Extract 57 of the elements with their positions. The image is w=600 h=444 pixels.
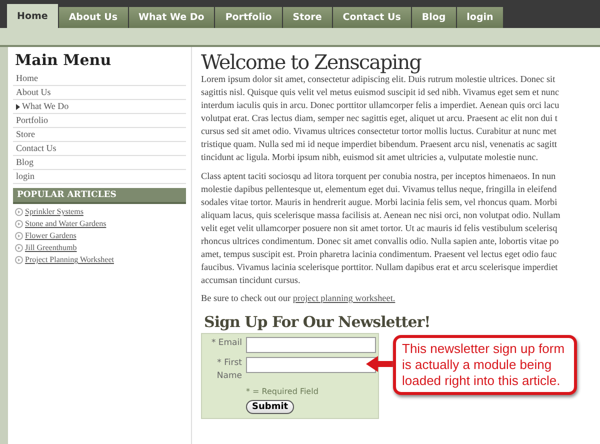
input-field[interactable] — [246, 337, 376, 353]
menu-item[interactable]: About Us — [13, 86, 186, 100]
paragraph-line: faucibus. Vivamus lacinia scelerisque porttitor. Nullam dapibus erat et arcu scelerisque imperdiet — [201, 261, 559, 274]
required-note: * = Required Field — [246, 387, 320, 396]
menu-item[interactable]: What We Do — [13, 100, 186, 114]
article-link[interactable]: Jill Greenthumb — [25, 243, 77, 252]
paragraph-line: accumsan tincidunt cursus. — [201, 274, 302, 287]
paragraph-line: amet, tempus suscipit est. Proin pharetra lacinia condimentum. Praesent vel lectus eget odio fauc — [201, 248, 558, 261]
paragraph-line: rhoncus ultrices condimentum. Donec sit amet convallis odio. Nulla sapien ante, lobortis vitae po — [201, 235, 560, 248]
menu-item[interactable]: Home — [13, 72, 186, 86]
paragraph-line: volutpat erat. Cras lectus diam, semper nec sagittis eget, aliquet ut arcu. Praesent ac elit non dui t — [201, 112, 558, 125]
paragraph-line: aliquam lacus, quis scelerisque massa facilisis at. Aenean nec nisi orci, non volutpat odio. Nullam — [201, 209, 562, 222]
paragraph-line: sodales vitae tortor. Mauris in hendrerit augue. Morbi lacinia felis sem, vel rhoncus quam. Morbi — [201, 196, 558, 209]
section-header: POPULAR ARTICLES — [13, 188, 186, 204]
paragraph-line: Class aptent taciti sociosqu ad litora torquent per conubia nostra, per inceptos himenaeos. In nun — [201, 170, 557, 183]
field-label: * First Name — [216, 357, 242, 383]
menu-item[interactable]: login — [13, 170, 186, 184]
nav-tab[interactable]: Contact Us — [332, 7, 411, 28]
article-link[interactable]: Flower Gardens — [25, 231, 76, 240]
callout-box: This newsletter sign up form is actually a module being loaded right into this article. — [393, 335, 577, 395]
nav-tab[interactable]: Blog — [412, 7, 456, 28]
article-title: Welcome to Zenscaping — [201, 51, 422, 73]
field-label: * Email — [210, 337, 242, 350]
nav-tab[interactable]: Home — [7, 4, 58, 28]
paragraph-line: sagittis nisl. Quisque quis velit vel metus euismod suscipit id sed nibh. Vivamus eget sem et nunc — [201, 86, 560, 99]
paragraph-line: tristique quam. Nulla sed mi id neque imperdiet bibendum. Praesent arcu nisl, venenatis ac sagitt — [201, 138, 558, 151]
paragraph-line: velit eget velit ullamcorper posuere non sit amet tortor. Ut ac mauris id felis vestibulum scelerisq — [201, 222, 558, 235]
menu-item[interactable]: Blog — [13, 156, 186, 170]
nav-tab[interactable]: Store — [282, 7, 332, 28]
paragraph-line: cursus sed sit amet odio. Vivamus ultrices consectetur tortor mollis luctus. Curabitur at nunc met — [201, 125, 558, 138]
circle-arrow-icon — [15, 208, 23, 216]
circle-arrow-icon — [15, 256, 23, 264]
input-field[interactable] — [246, 357, 376, 373]
nav-tab[interactable]: Portfolio — [215, 7, 282, 28]
newsletter-title: Sign Up For Our Newsletter! — [204, 313, 432, 331]
paragraph-line: Lorem ipsum dolor sit amet, consectetur adipiscing elit. Duis rutrum molestie ultrices. Donec sit — [201, 74, 556, 86]
nav-tab[interactable]: login — [456, 7, 504, 28]
article-link[interactable]: Project Planning Worksheet — [25, 255, 114, 264]
sidebar-title: Main Menu — [15, 51, 112, 69]
paragraph-line: molestie dapibus pellentesque ut, elementum eget dui. Vivamus tellus neque, fringilla in eleifend — [201, 183, 558, 196]
nav-tab[interactable]: About Us — [58, 7, 128, 28]
menu-item[interactable]: Store — [13, 128, 186, 142]
circle-arrow-icon — [15, 244, 23, 252]
article-link[interactable]: Stone and Water Gardens — [25, 219, 106, 228]
nav-tab[interactable]: What We Do — [128, 7, 214, 28]
arrow-icon — [365, 354, 395, 374]
menu-item[interactable]: Contact Us — [13, 142, 186, 156]
closing-sentence: Be sure to check out our project planning worksheet. — [201, 293, 396, 303]
paragraph-line: interdum iaculis quis in arcu. Donec porttitor ullamcorper felis a imperdiet. Aenean quis orci lacu — [201, 99, 560, 112]
submit-button[interactable]: Submit — [246, 400, 294, 414]
circle-arrow-icon — [15, 232, 23, 240]
article-link[interactable]: Sprinkler Systems — [25, 207, 84, 216]
menu-item[interactable]: Portfolio — [13, 114, 186, 128]
circle-arrow-icon — [15, 220, 23, 228]
worksheet-link[interactable]: project planning worksheet. — [292, 293, 396, 303]
paragraph-line: tincidunt ac ligula. Morbi ipsum nibh, euismod sit amet ultricies a, vulputate molestie nunc. — [201, 151, 540, 164]
triangle-icon — [16, 104, 20, 110]
